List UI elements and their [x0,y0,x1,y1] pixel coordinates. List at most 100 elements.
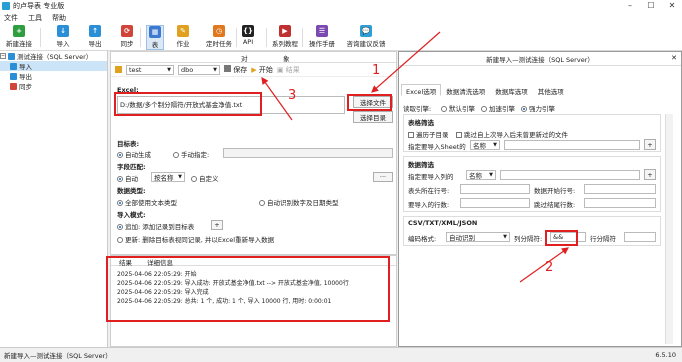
radio-off-icon [259,200,265,206]
toolbar-button-label: 表 [151,41,159,49]
save-button[interactable]: 保存 [224,64,247,75]
toolbar-button-feedback[interactable]: 💬 咨询建议反馈 [344,25,388,50]
checkbox-icon [456,132,462,138]
mode-append-radio[interactable]: 追加: 添加记录到目标表 [117,221,194,231]
tree-root-label: 测试连接（SQL Server） [17,53,93,61]
export-icon: ↑ [89,25,101,37]
type-all-text-label: 全部使用文本类型 [125,199,177,207]
header-row-field[interactable] [460,184,530,194]
sync-icon: ⟳ [121,25,133,37]
annotation-box-path [114,92,262,116]
radio-off-icon [191,176,197,182]
target-table-field[interactable] [223,148,393,158]
encoding-value: 自动识别 [449,234,475,242]
menu-help[interactable]: 帮助 [52,13,66,23]
chevron-down-icon: ▼ [503,234,507,240]
skip-tail-field[interactable] [584,198,656,208]
toolbar-button-api[interactable]: {} API [240,25,256,50]
close-icon[interactable]: ✕ [671,54,677,62]
type-all-text-radio[interactable]: 全部使用文本类型 [117,197,177,207]
engine-fast-radio[interactable]: 加速引擎 [481,103,515,113]
table-small-icon [115,66,122,73]
panel-action-bar: test ▼ dbo ▼ 保存 ▶ 开始 ▣ 结果 [111,63,396,77]
toolbar-button-label: 同步 [120,40,134,48]
menu-file[interactable]: 文件 [4,13,18,23]
toolbar-button-label: 操作手册 [309,40,335,48]
skip-unchanged-checkbox[interactable]: 跳过自上次导入后未曾更新过的文件 [456,129,568,139]
database-select[interactable]: test ▼ [126,64,174,75]
annotation-box-separator [545,230,578,246]
mode-update-radio[interactable]: 更新: 删除目标表视同记录, 并以Excel重新导入数据 [117,234,274,244]
toolbar-button-label: 系列教程 [272,40,298,48]
engine-default-radio[interactable]: 默认引擎 [441,103,475,113]
tab-excel-options[interactable]: Excel选项 [401,84,442,96]
tree-item-import[interactable]: 导入 [0,61,107,71]
menu-tools[interactable]: 工具 [28,13,42,23]
target-auto-radio[interactable]: 自动生成 [117,149,151,159]
field-match-label: 字段匹配: [117,163,146,171]
field-auto-radio[interactable]: 自动 [117,173,138,183]
schema-select[interactable]: dbo ▼ [178,64,220,75]
close-window-button[interactable]: ✕ [662,0,682,12]
toolbar-button-table[interactable]: ▦ 表 [146,25,164,50]
add-column-button[interactable]: + [644,169,656,180]
type-auto-radio[interactable]: 自动识别数字及日期类型 [259,197,339,207]
radio-on-icon [521,106,527,112]
tree-root-connection[interactable]: − 测试连接（SQL Server） [0,51,107,61]
add-sheet-button[interactable]: + [644,139,656,150]
sheet-mode-value: 名称 [473,142,486,150]
maximize-button[interactable]: ☐ [641,0,661,12]
engine-strong-radio[interactable]: 强力引擎 [521,103,555,113]
tab-other-options[interactable]: 其他选项 [533,84,569,96]
annotation-number-1: 1 [372,63,381,78]
columns-mode-select[interactable]: 名称 ▼ [466,170,496,180]
annotation-number-3: 3 [288,88,297,103]
toolbar-button-export[interactable]: ↑ 导出 [84,25,106,50]
sheet-name-field[interactable] [504,140,640,150]
encoding-select[interactable]: 自动识别 ▼ [446,232,510,242]
field-mode-select[interactable]: 按名称 ▼ [151,172,185,182]
data-start-field[interactable] [584,184,656,194]
toolbar-button-new-connection[interactable]: + 新建连接 [2,25,36,50]
row-separator-field[interactable] [624,232,656,242]
select-folder-button[interactable]: 选择目录 [353,111,393,123]
start-button[interactable]: ▶ 开始 [251,65,273,75]
tab-cleaning-options[interactable]: 数据清洗选项 [441,84,490,96]
radio-on-icon [117,200,123,206]
tree-item-export[interactable]: 导出 [0,71,107,81]
toolbar-button-job[interactable]: ✎ 作业 [172,25,194,50]
stop-button[interactable]: ▣ 结果 [277,65,300,75]
csv-options-title: CSV/TXT/XML/JSON [408,219,478,227]
toolbar-button-import[interactable]: ↓ 导入 [52,25,74,50]
tab-database-options[interactable]: 数据库选项 [490,84,533,96]
collapse-icon[interactable]: − [0,53,6,59]
dialog-title: 新建导入—测试连接（SQL Server） [486,55,594,64]
dialog-scrollbar[interactable] [665,114,673,344]
minimize-button[interactable]: – [620,0,640,12]
row-count-field[interactable] [460,198,530,208]
include-subdirs-checkbox[interactable]: 遍历子目录 [408,129,449,139]
chevron-down-icon: ▼ [493,142,497,148]
toolbar-button-manual[interactable]: ☰ 操作手册 [306,25,338,50]
header-row-label: 表头所在行号: [408,187,450,195]
tab-object-right[interactable]: 象 [283,53,290,63]
toolbar-button-sync[interactable]: ⟳ 同步 [116,25,138,50]
schema-select-value: dbo [181,65,194,74]
tree-item-sync[interactable]: 同步 [0,81,107,91]
field-custom-radio[interactable]: 自定义 [191,173,219,183]
sheet-filter-group: 表格筛选 遍历子目录 跳过自上次导入后未曾更新过的文件 指定要导入Sheet的 … [403,114,661,152]
toolbar-button-tutorial[interactable]: ▶ 系列教程 [270,25,300,50]
dialog-tabs: Excel选项 数据清洗选项 数据库选项 其他选项 [401,84,569,96]
target-manual-radio[interactable]: 手动指定: [173,149,209,159]
custom-mapping-button[interactable]: ··· [373,172,393,182]
toolbar-button-label: 作业 [176,40,190,48]
annotation-box-log [106,256,390,322]
add-button[interactable]: + [211,220,223,230]
tab-object-left[interactable]: 对 [241,53,248,63]
database-select-value: test [129,65,142,74]
connection-tree: − 测试连接（SQL Server） 导入 导出 同步 [0,51,108,347]
encoding-label: 编码格式: [408,235,437,243]
sheet-mode-select[interactable]: 名称 ▼ [470,140,500,150]
columns-field[interactable] [500,170,640,180]
toolbar-button-scheduled-task[interactable]: ◷ 定时任务 [202,25,236,50]
